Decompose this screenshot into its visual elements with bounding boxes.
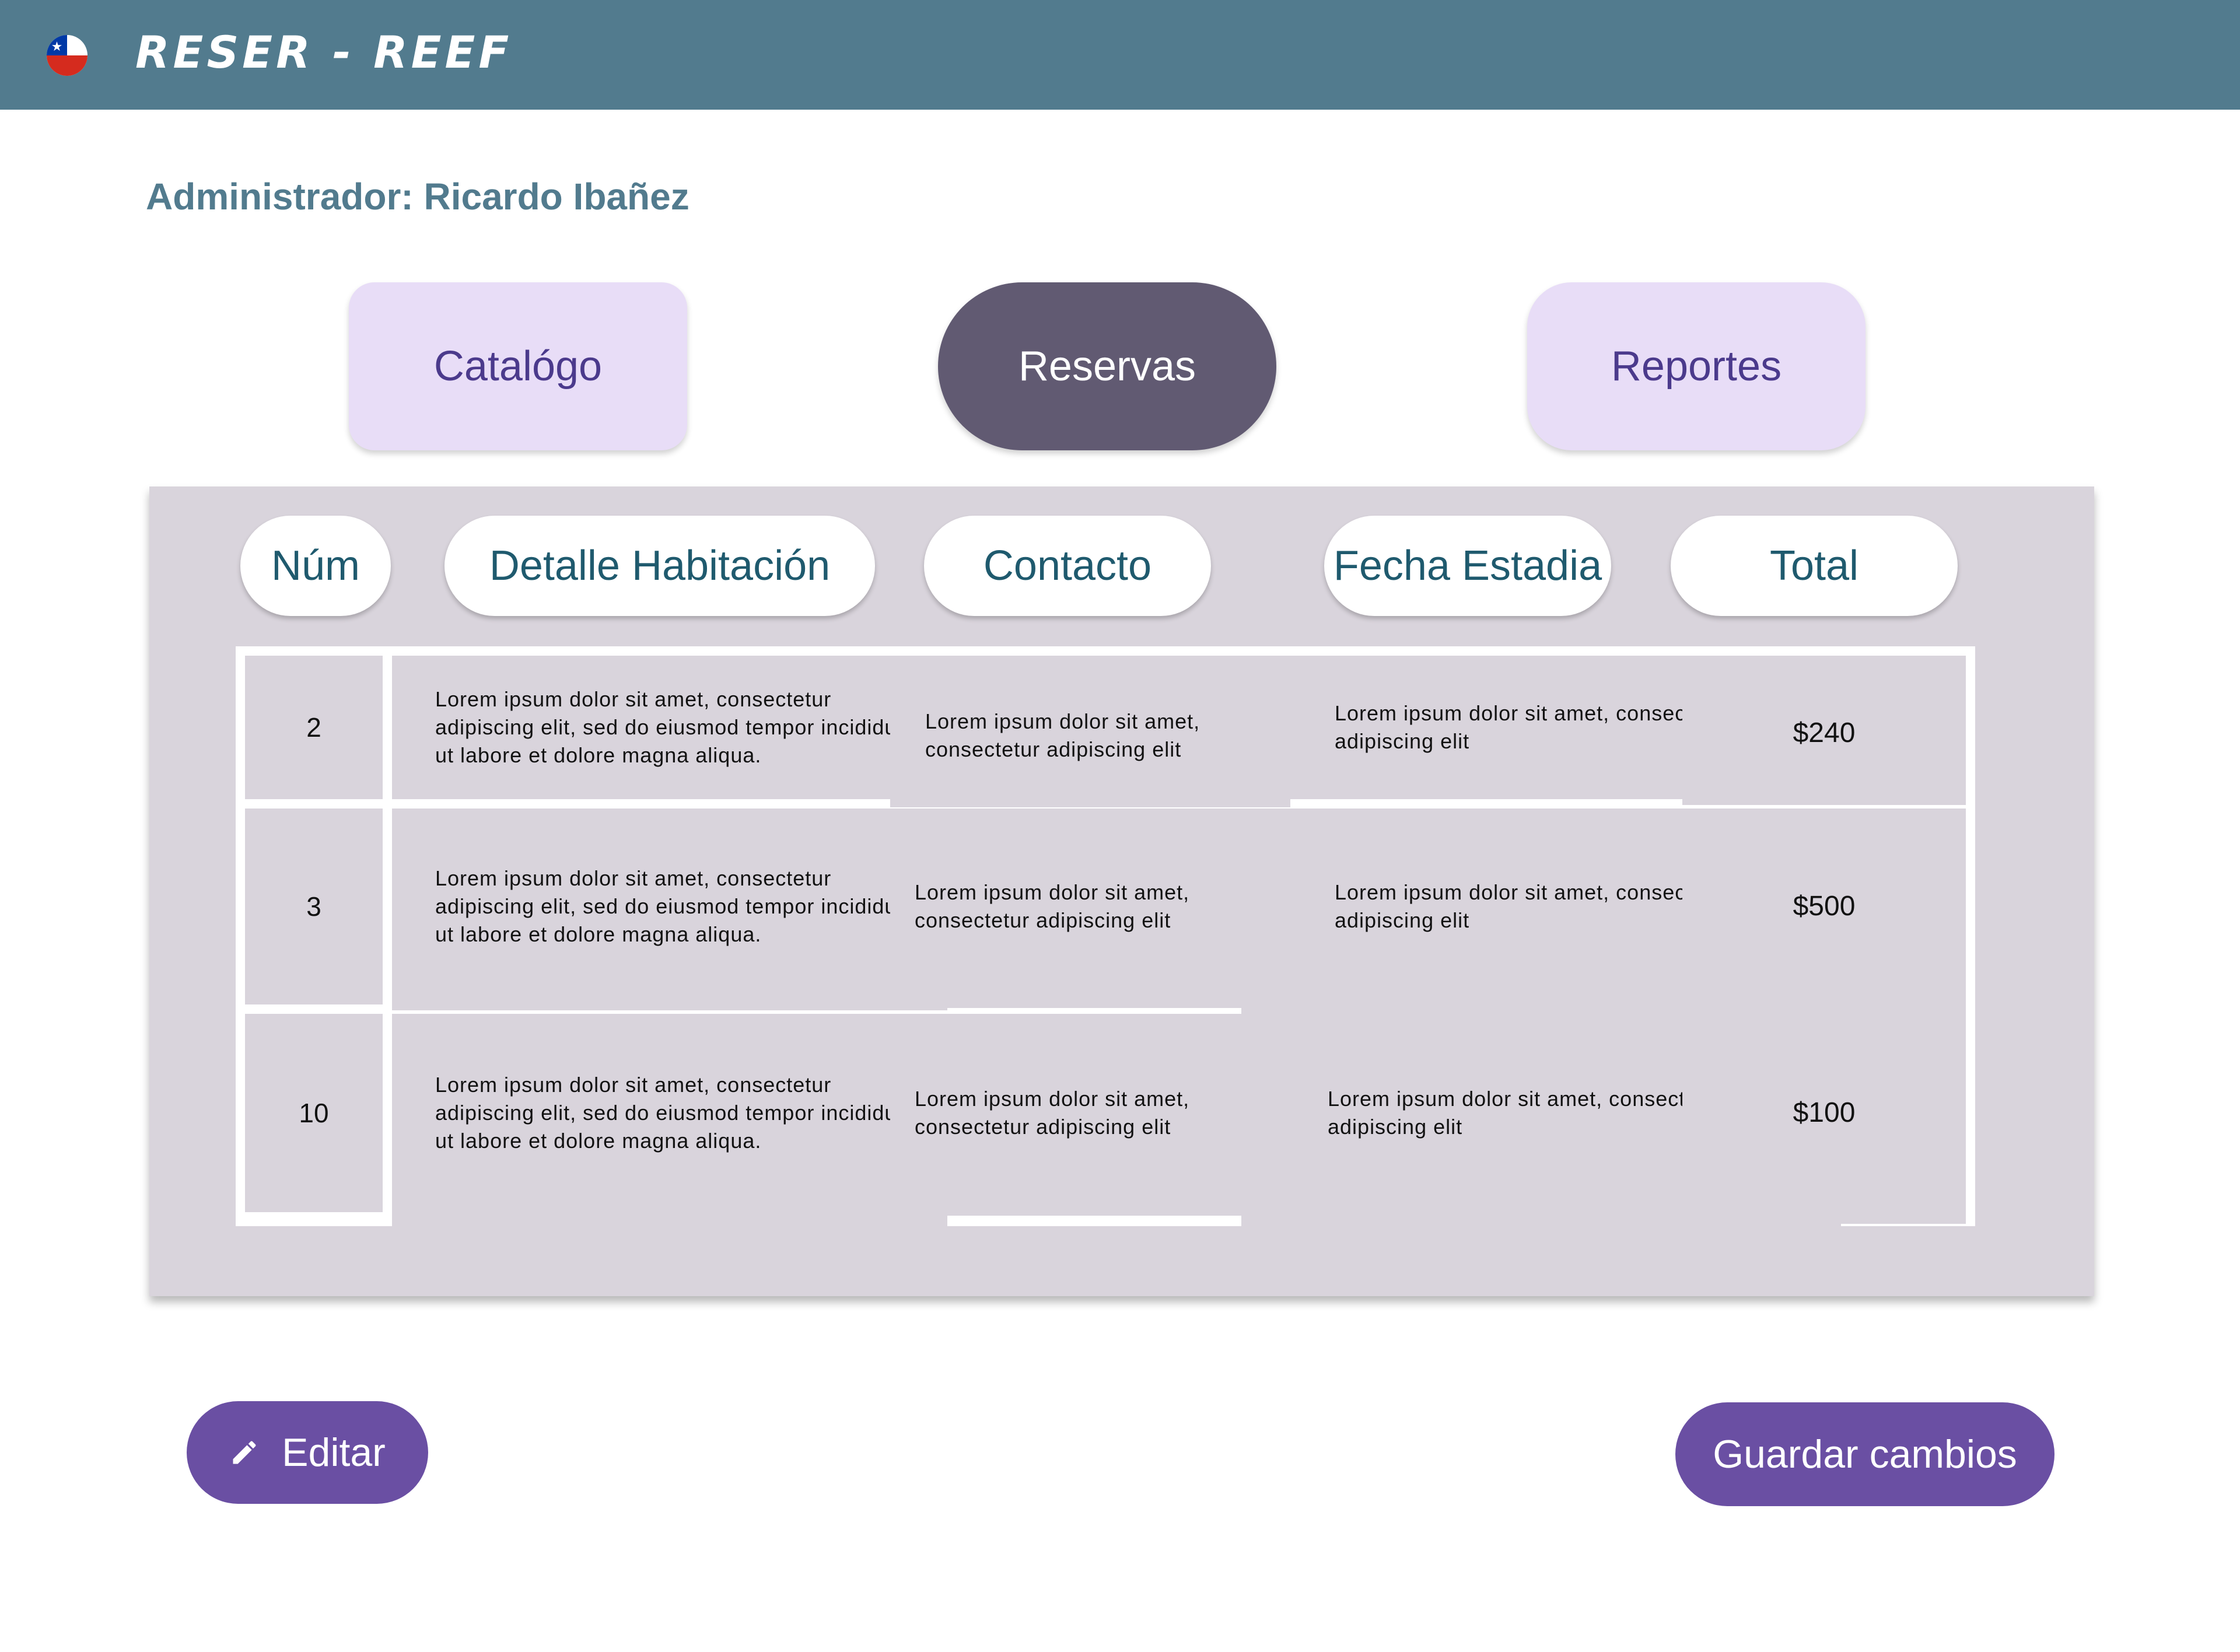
column-header-contacto: Contacto: [924, 516, 1211, 616]
column-header-num: Núm: [240, 516, 391, 616]
cell-num: 2: [245, 656, 383, 799]
cell-detalle-text: Lorem ipsum dolor sit amet, consectetur …: [435, 866, 916, 946]
edit-button-label: Editar: [282, 1430, 386, 1475]
cell-detalle-text: Lorem ipsum dolor sit amet, consectetur …: [435, 687, 916, 767]
admin-name-label: Administrador: Ricardo Ibañez: [146, 176, 690, 218]
tab-reportes[interactable]: Reportes: [1527, 282, 1866, 450]
tab-catalogo[interactable]: Catalógo: [349, 282, 687, 450]
column-header-detalle: Detalle Habitación: [444, 516, 875, 616]
edit-button[interactable]: Editar: [187, 1401, 428, 1504]
chile-flag-icon[interactable]: ★: [47, 35, 88, 76]
column-header-total: Total: [1671, 516, 1958, 616]
cell-num: 3: [245, 808, 383, 1005]
cell-contacto: Lorem ipsum dolor sit amet, consectetur …: [890, 808, 1280, 1008]
cell-contacto: Lorem ipsum dolor sit amet, consectetur …: [890, 1014, 1280, 1216]
reservations-table: 2 Lorem ipsum dolor sit amet, consectetu…: [236, 646, 1975, 1230]
cell-contacto-text: Lorem ipsum dolor sit amet, consectetur …: [925, 709, 1200, 761]
cell-total: $100: [1682, 1014, 1966, 1224]
cell-total: $240: [1682, 656, 1966, 805]
column-header-fecha: Fecha Estadia: [1324, 516, 1611, 616]
brand-title: RESER - REEF: [135, 26, 513, 78]
cell-total: $500: [1682, 808, 1966, 1019]
cell-detalle-text: Lorem ipsum dolor sit amet, consectetur …: [435, 1073, 916, 1153]
pencil-icon: [233, 1441, 256, 1464]
save-changes-button[interactable]: Guardar cambios: [1675, 1402, 2054, 1506]
cell-num: 10: [245, 1014, 383, 1212]
cell-contacto-text: Lorem ipsum dolor sit amet, consectetur …: [915, 880, 1190, 932]
cell-detalle: Lorem ipsum dolor sit amet, consectetur …: [392, 1014, 947, 1226]
cell-contacto-text: Lorem ipsum dolor sit amet, consectetur …: [915, 1087, 1190, 1139]
tab-reservas[interactable]: Reservas: [938, 282, 1276, 450]
cell-detalle: Lorem ipsum dolor sit amet, consectetur …: [392, 808, 947, 1010]
cell-contacto: Lorem ipsum dolor sit amet, consectetur …: [890, 656, 1290, 807]
save-changes-button-label: Guardar cambios: [1713, 1432, 2017, 1476]
app-header: ★ RESER - REEF: [0, 0, 2240, 110]
cell-detalle: Lorem ipsum dolor sit amet, consectetur …: [392, 656, 947, 799]
